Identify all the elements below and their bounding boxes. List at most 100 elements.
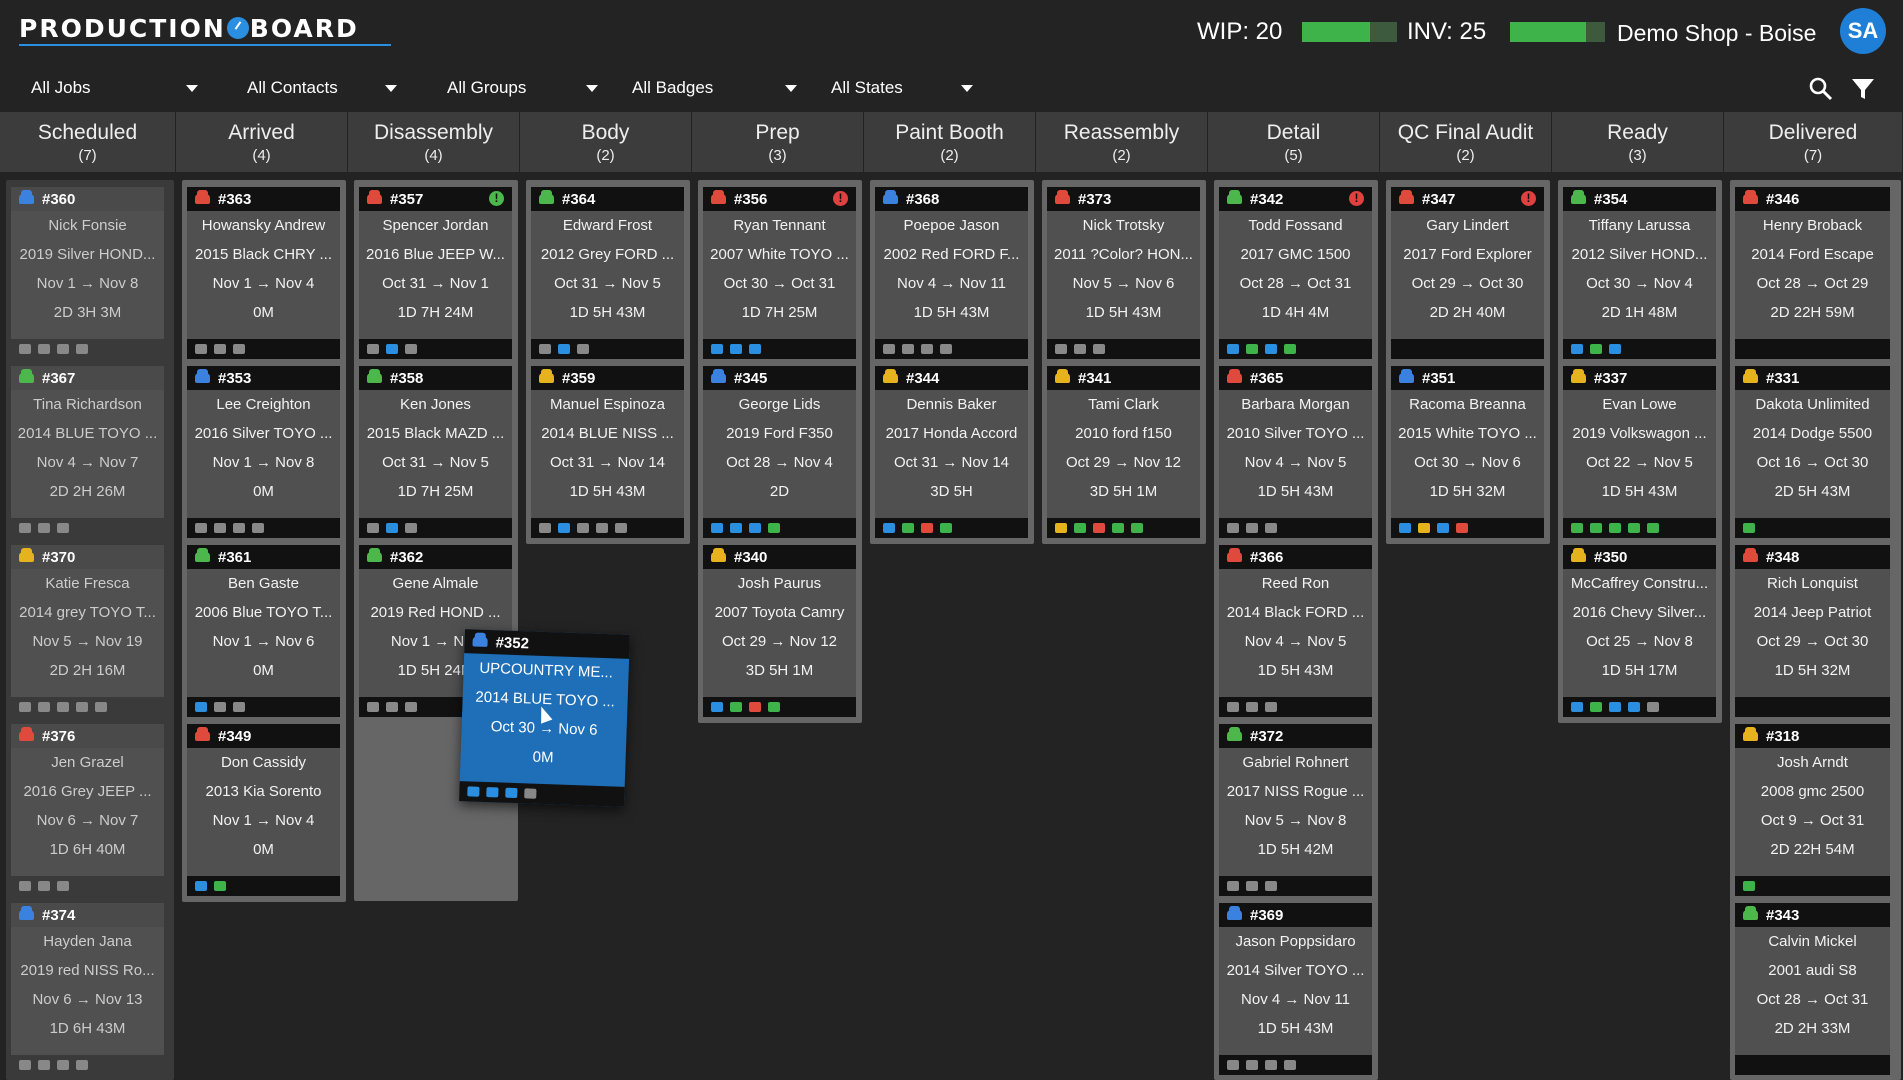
job-card[interactable]: #364 Edward Frost 2012 Grey FORD ... Oct 31…	[531, 187, 684, 359]
job-card[interactable]: #358 Ken Jones 2015 Black MAZD ... Oct 31 →…	[359, 366, 512, 538]
camera-badge-icon[interactable]	[386, 523, 398, 533]
camera-badge-icon[interactable]	[711, 702, 723, 712]
job-card[interactable]: #361 Ben Gaste 2006 Blue TOYO T... Nov 1 → …	[187, 545, 340, 717]
column-header-3[interactable]: Body (2)	[520, 112, 692, 172]
inactive-badge-icon[interactable]	[1265, 523, 1277, 533]
inactive-badge-icon[interactable]	[195, 344, 207, 354]
camera-badge-icon[interactable]	[1571, 344, 1583, 354]
inactive-badge-icon[interactable]	[1265, 881, 1277, 891]
job-card[interactable]: #374 Hayden Jana 2019 red NISS Ro... Nov 6 …	[11, 903, 164, 1075]
job-card[interactable]: #376 Jen Grazel 2016 Grey JEEP ... Nov 6 → …	[11, 724, 164, 896]
search-icon[interactable]	[1808, 76, 1834, 102]
parts-badge-icon[interactable]	[940, 523, 952, 533]
alert-badge-icon[interactable]	[1456, 523, 1468, 533]
parts-badge-icon[interactable]	[1628, 523, 1640, 533]
alert-badge-icon[interactable]	[749, 702, 761, 712]
filter-icon[interactable]	[1850, 76, 1876, 102]
parts-badge-icon[interactable]	[902, 523, 914, 533]
alert-badge-icon[interactable]	[1093, 523, 1105, 533]
inactive-badge-icon[interactable]	[367, 523, 379, 533]
inactive-badge-icon[interactable]	[1227, 523, 1239, 533]
job-card[interactable]: #342! Todd Fossand 2017 GMC 1500 Oct 28 → O…	[1219, 187, 1372, 359]
camera-badge-icon[interactable]	[505, 787, 518, 799]
inactive-badge-icon[interactable]	[57, 344, 69, 354]
camera-badge-icon[interactable]	[1628, 702, 1640, 712]
inactive-badge-icon[interactable]	[233, 344, 245, 354]
camera-badge-icon[interactable]	[730, 523, 742, 533]
column-header-6[interactable]: Reassembly (2)	[1036, 112, 1208, 172]
job-card[interactable]: #372 Gabriel Rohnert 2017 NISS Rogue ... No…	[1219, 724, 1372, 896]
inactive-badge-icon[interactable]	[596, 523, 608, 533]
production-board-logo[interactable]: PRODUCTION BOARD	[19, 14, 359, 43]
inactive-badge-icon[interactable]	[214, 523, 226, 533]
inactive-badge-icon[interactable]	[902, 344, 914, 354]
inactive-badge-icon[interactable]	[921, 344, 933, 354]
inactive-badge-icon[interactable]	[1227, 702, 1239, 712]
camera-badge-icon[interactable]	[730, 344, 742, 354]
job-card[interactable]: #369 Jason Poppsidaro 2014 Silver TOYO ...…	[1219, 903, 1372, 1075]
inactive-badge-icon[interactable]	[1246, 523, 1258, 533]
camera-badge-icon[interactable]	[486, 787, 499, 798]
column-header-10[interactable]: Delivered (7)	[1724, 112, 1903, 172]
inactive-badge-icon[interactable]	[1284, 1060, 1296, 1070]
badges-filter-select[interactable]: All Badges	[632, 78, 802, 98]
job-card[interactable]: #346 Henry Broback 2014 Ford Escape Oct 28 …	[1735, 187, 1890, 359]
job-card[interactable]: #318 Josh Arndt 2008 gmc 2500 Oct 9 → Oct 3…	[1735, 724, 1890, 896]
job-card[interactable]: #349 Don Cassidy 2013 Kia Sorento Nov 1 → N…	[187, 724, 340, 896]
inactive-badge-icon[interactable]	[615, 523, 627, 533]
job-card[interactable]: #331 Dakota Unlimited 2014 Dodge 5500 Oct 1…	[1735, 366, 1890, 538]
inactive-badge-icon[interactable]	[19, 881, 31, 891]
parts-badge-icon[interactable]	[1590, 344, 1602, 354]
camera-badge-icon[interactable]	[749, 344, 761, 354]
parts-badge-icon[interactable]	[1590, 523, 1602, 533]
inactive-badge-icon[interactable]	[577, 344, 589, 354]
column-header-1[interactable]: Arrived (4)	[176, 112, 348, 172]
job-card[interactable]: #363 Howansky Andrew 2015 Black CHRY ... No…	[187, 187, 340, 359]
inactive-badge-icon[interactable]	[577, 523, 589, 533]
job-card[interactable]: #345 George Lids 2019 Ford F350 Oct 28 → No…	[703, 366, 856, 538]
inactive-badge-icon[interactable]	[57, 881, 69, 891]
job-card[interactable]: #347! Gary Lindert 2017 Ford Explorer Oct 2…	[1391, 187, 1544, 359]
inactive-badge-icon[interactable]	[1074, 344, 1086, 354]
shop-name[interactable]: Demo Shop - Boise	[1617, 20, 1816, 47]
alert-badge-icon[interactable]	[921, 523, 933, 533]
inactive-badge-icon[interactable]	[367, 344, 379, 354]
parts-badge-icon[interactable]	[214, 881, 226, 891]
user-avatar[interactable]: SA	[1840, 8, 1886, 54]
inactive-badge-icon[interactable]	[214, 344, 226, 354]
camera-badge-icon[interactable]	[1609, 702, 1621, 712]
inactive-badge-icon[interactable]	[1093, 344, 1105, 354]
states-filter-select[interactable]: All States	[831, 78, 976, 98]
inactive-badge-icon[interactable]	[1265, 702, 1277, 712]
parts-badge-icon[interactable]	[768, 523, 780, 533]
job-card[interactable]: #368 Poepoe Jason 2002 Red FORD F... Nov 4 …	[875, 187, 1028, 359]
inactive-badge-icon[interactable]	[405, 523, 417, 533]
camera-badge-icon[interactable]	[711, 523, 723, 533]
job-card[interactable]: #350 McCaffrey Constru... 2016 Chevy Silve…	[1563, 545, 1716, 717]
inactive-badge-icon[interactable]	[95, 702, 107, 712]
inactive-badge-icon[interactable]	[233, 702, 245, 712]
inactive-badge-icon[interactable]	[883, 344, 895, 354]
parts-badge-icon[interactable]	[730, 702, 742, 712]
inactive-badge-icon[interactable]	[19, 523, 31, 533]
column-header-2[interactable]: Disassembly (4)	[348, 112, 520, 172]
inactive-badge-icon[interactable]	[539, 523, 551, 533]
job-card[interactable]: #348 Rich Lonquist 2014 Jeep Patriot Oct 29…	[1735, 545, 1890, 717]
contacts-filter-select[interactable]: All Contacts	[247, 78, 397, 98]
job-card[interactable]: #366 Reed Ron 2014 Black FORD ... Nov 4 → N…	[1219, 545, 1372, 717]
parts-badge-icon[interactable]	[1074, 523, 1086, 533]
inactive-badge-icon[interactable]	[19, 344, 31, 354]
job-card[interactable]: #359 Manuel Espinoza 2014 BLUE NISS ... Oct…	[531, 366, 684, 538]
job-card[interactable]: #351 Racoma Breanna 2015 White TOYO ... Oct…	[1391, 366, 1544, 538]
inactive-badge-icon[interactable]	[195, 523, 207, 533]
warning-badge-icon[interactable]	[1055, 523, 1067, 533]
parts-badge-icon[interactable]	[1131, 523, 1143, 533]
camera-badge-icon[interactable]	[1265, 344, 1277, 354]
inactive-badge-icon[interactable]	[76, 702, 88, 712]
job-card[interactable]: #343 Calvin Mickel 2001 audi S8 Oct 28 → Oc…	[1735, 903, 1890, 1075]
job-card[interactable]: #340 Josh Paurus 2007 Toyota Camry Oct 29 →…	[703, 545, 856, 717]
job-card[interactable]: #357! Spencer Jordan 2016 Blue JEEP W... Oc…	[359, 187, 512, 359]
inactive-badge-icon[interactable]	[252, 523, 264, 533]
job-card[interactable]: #341 Tami Clark 2010 ford f150 Oct 29 → Nov…	[1047, 366, 1200, 538]
inactive-badge-icon[interactable]	[38, 702, 50, 712]
